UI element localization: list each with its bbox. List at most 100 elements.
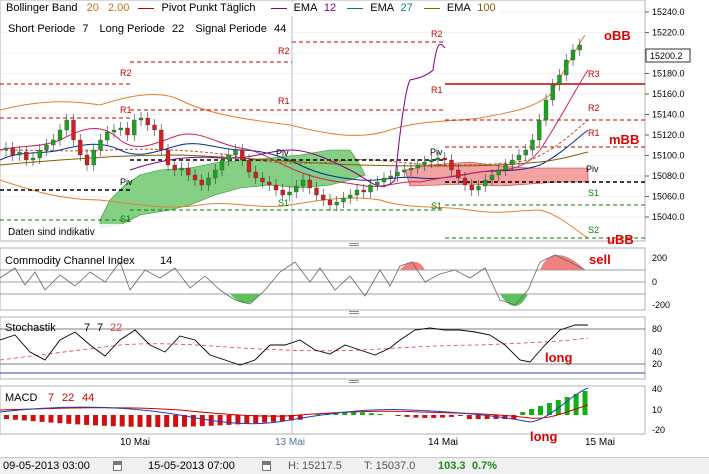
calendar-to-icon[interactable] — [262, 461, 271, 471]
date-label-15mai: 15 Mai — [585, 437, 615, 448]
candle-body — [226, 154, 231, 161]
candle-body — [240, 149, 245, 161]
price-tick-label: 15040.0 — [652, 212, 685, 222]
macd-bar — [21, 415, 27, 421]
macd-bar — [4, 415, 9, 419]
legend-short-period-value: 7 — [82, 23, 89, 35]
legend-ema100-swatch — [423, 7, 440, 9]
chart-canvas[interactable]: 15240.015220.015200.015180.015160.015140… — [0, 0, 709, 474]
pivot-label-s1-mid2: S1 — [431, 201, 442, 211]
splitter-handle-macd[interactable] — [349, 380, 359, 385]
status-bar: 09-05-2013 03:00 15-05-2013 07:00 H: 152… — [0, 457, 709, 474]
macd-bar — [30, 415, 36, 422]
candle-body — [44, 144, 49, 151]
pivot-label-r1-right: R1 — [588, 128, 600, 138]
candle-body — [17, 151, 22, 156]
macd-p2: 22 — [62, 392, 74, 404]
cci-axis: 200 0 -200 — [652, 253, 670, 310]
legend-ema12-label[interactable]: EMA — [294, 2, 317, 14]
pivot-label-s2-right: S2 — [588, 225, 599, 235]
candle-body — [368, 184, 373, 193]
legend-ema12-swatch — [270, 7, 287, 9]
macd-bar — [449, 415, 454, 417]
candle-body — [469, 184, 474, 191]
candle-body — [314, 187, 319, 196]
candle-body — [577, 44, 582, 51]
stoch-tick-label: 40 — [652, 347, 662, 357]
annotation-long-macd: long — [530, 429, 557, 444]
candle-body — [246, 159, 252, 173]
candle-body — [449, 159, 454, 171]
price-tick-label: 15160.0 — [652, 89, 685, 99]
pivot-label-piv-left: Piv — [120, 177, 133, 187]
candle-body — [503, 164, 508, 171]
macd-bar — [119, 415, 125, 427]
macd-bar — [466, 415, 472, 419]
candle-body — [537, 119, 542, 141]
candle-body — [71, 119, 76, 141]
cci-tick-label: 200 — [652, 253, 667, 263]
candle-body — [543, 99, 549, 121]
pivot-label-piv-mid: Piv — [276, 148, 289, 158]
candle-body — [334, 201, 339, 206]
macd-tick-label: 10 — [652, 405, 662, 415]
macd-bar — [199, 415, 205, 427]
candle-body — [37, 149, 42, 159]
candle-body — [523, 149, 528, 156]
candle-body — [57, 129, 63, 141]
splitter-handle-cci[interactable] — [349, 243, 359, 248]
legend-pivot-swatch — [138, 7, 155, 9]
macd-bar — [137, 415, 143, 427]
candle-body — [30, 157, 36, 161]
legend-bollinger-label[interactable]: Bollinger Band — [6, 2, 78, 14]
macd-bar — [457, 415, 463, 417]
price-tick-label: 15080.0 — [652, 171, 685, 181]
macd-bar — [164, 415, 170, 427]
candle-body — [408, 167, 414, 171]
candle-body — [179, 167, 184, 171]
pivot-label-r2-right: R2 — [588, 103, 600, 113]
candle-body — [435, 157, 441, 161]
calendar-from-icon[interactable] — [113, 461, 122, 471]
candle-body — [327, 199, 333, 206]
date-label-14mai: 14 Mai — [428, 437, 458, 448]
candle-body — [442, 157, 447, 161]
candle-body — [388, 175, 393, 179]
indicative-label: Daten sind indikativ — [8, 227, 95, 238]
stoch-p1: 7 — [84, 322, 90, 334]
price-tick-label: 15180.0 — [652, 69, 685, 79]
stoch-tick-label: 20 — [652, 359, 662, 369]
macd-bar — [48, 415, 54, 423]
legend-ema27-label[interactable]: EMA — [370, 2, 393, 14]
macd-bar — [244, 415, 250, 424]
candle-body — [341, 197, 346, 203]
candle-body — [307, 179, 312, 189]
candle-body — [530, 139, 535, 151]
candle-body — [219, 159, 225, 171]
candle-body — [564, 59, 569, 76]
candle-body — [24, 151, 29, 161]
macd-bar — [368, 413, 374, 415]
date-label-10mai: 10 Mai — [120, 437, 150, 448]
legend-pivot-label[interactable]: Pivot Punkt Täglich — [161, 2, 255, 14]
legend-ema100-label[interactable]: EMA — [447, 2, 470, 14]
annotation-obb: oBB — [604, 28, 631, 43]
candle-body — [489, 174, 495, 181]
legend-short-period-label: Short Periode — [8, 23, 76, 35]
splitter-handle-stoch[interactable] — [349, 311, 359, 316]
candle-body — [395, 171, 400, 177]
candle-body — [496, 169, 501, 176]
macd-bar — [226, 415, 232, 425]
macd-bar — [93, 415, 98, 426]
candle-body — [422, 161, 427, 166]
pivot-label-r1-mid2: R1 — [431, 85, 443, 95]
candle-body — [51, 139, 56, 146]
macd-bar — [360, 412, 365, 415]
candle-body — [462, 177, 468, 186]
macd-bar — [182, 415, 187, 427]
macd-bar — [440, 415, 446, 418]
candle-body — [186, 167, 191, 176]
candle-body — [361, 189, 366, 193]
macd-bar — [173, 415, 179, 427]
macd-bar — [12, 415, 18, 420]
